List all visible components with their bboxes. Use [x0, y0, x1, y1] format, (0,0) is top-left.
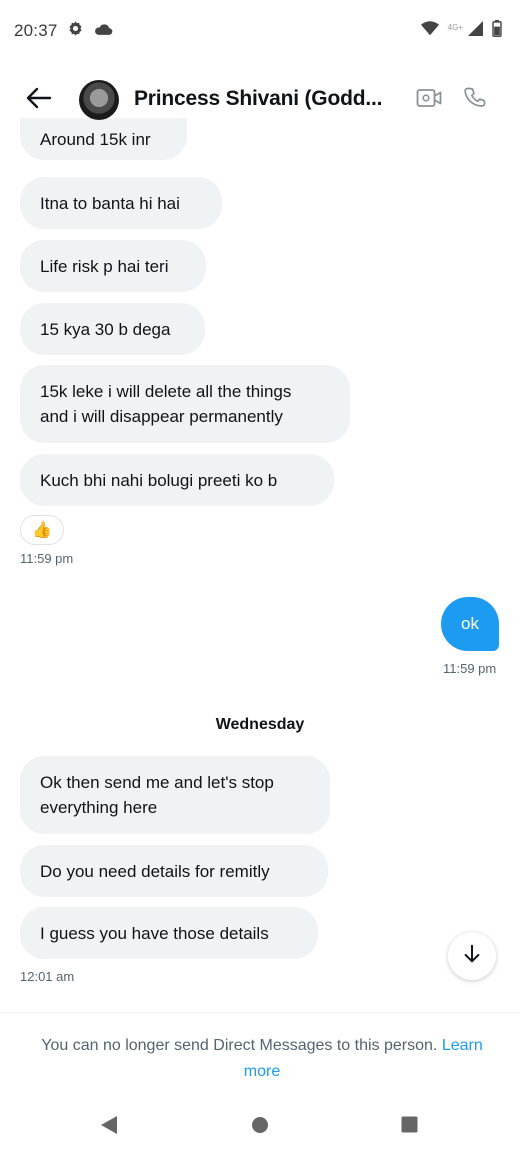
video-call-button[interactable]	[414, 85, 444, 115]
message-bubble[interactable]: Itna to banta hi hai	[20, 177, 222, 229]
phone-icon	[463, 86, 487, 115]
back-arrow-icon	[26, 87, 52, 114]
message-timestamp: 11:59 pm	[443, 661, 497, 676]
message-bubble[interactable]: Life risk p hai teri	[20, 240, 206, 292]
video-call-icon	[416, 87, 442, 114]
day-separator: Wednesday	[0, 716, 520, 734]
message-timestamp: 12:01 am	[20, 969, 75, 984]
nav-back-button[interactable]	[94, 1112, 124, 1142]
message-bubble[interactable]: Do you need details for remitly	[20, 845, 328, 897]
navigation-bar	[0, 1098, 520, 1155]
message-text: Do you need details for remitly	[40, 861, 270, 881]
dm-disabled-notice: You can no longer send Direct Messages t…	[22, 1033, 502, 1085]
phone-call-button[interactable]	[460, 85, 490, 115]
dm-disabled-notice-bar: You can no longer send Direct Messages t…	[0, 1012, 520, 1093]
message-thread[interactable]: Around 15k inr Itna to banta hi hai Life…	[0, 0, 520, 1010]
contact-name[interactable]: Princess Shivani (Godd...	[134, 87, 400, 111]
thumbs-up-icon: 👍	[32, 522, 52, 539]
nav-home-button[interactable]	[245, 1112, 275, 1142]
message-bubble[interactable]: Ok then send me and let's stop everythin…	[20, 756, 330, 834]
triangle-back-icon	[100, 1115, 118, 1140]
message-text: I guess you have those details	[40, 923, 269, 943]
circle-home-icon	[251, 1116, 269, 1139]
message-bubble[interactable]: I guess you have those details	[20, 907, 318, 959]
day-separator-label: Wednesday	[215, 716, 305, 733]
message-text: Itna to banta hi hai	[40, 193, 180, 213]
square-recents-icon	[401, 1116, 418, 1138]
message-text: Ok then send me and let's stop everythin…	[40, 773, 274, 817]
message-text: Kuch bhi nahi bolugi preeti ko b	[40, 470, 278, 490]
avatar[interactable]	[79, 80, 119, 120]
message-bubble[interactable]: 15 kya 30 b dega	[20, 303, 205, 355]
message-bubble[interactable]: Kuch bhi nahi bolugi preeti ko b	[20, 454, 334, 506]
message-bubble[interactable]: 15k leke i will delete all the things an…	[20, 365, 350, 443]
scroll-to-bottom-button[interactable]	[448, 932, 496, 980]
message-text: 15 kya 30 b dega	[40, 319, 171, 339]
arrow-down-icon	[461, 943, 483, 970]
notice-text: You can no longer send Direct Messages t…	[41, 1037, 438, 1054]
nav-recents-button[interactable]	[394, 1112, 424, 1142]
conversation-header: Princess Shivani (Godd...	[0, 72, 520, 128]
message-text: Around 15k inr	[40, 130, 151, 149]
message-text: ok	[461, 614, 479, 633]
message-text: Life risk p hai teri	[40, 256, 169, 276]
back-button[interactable]	[22, 84, 56, 116]
message-timestamp: 11:59 pm	[20, 551, 74, 566]
message-text: 15k leke i will delete all the things an…	[40, 382, 292, 426]
sent-message-bubble[interactable]: ok	[441, 597, 499, 651]
thumbs-up-reaction[interactable]: 👍	[20, 515, 64, 545]
